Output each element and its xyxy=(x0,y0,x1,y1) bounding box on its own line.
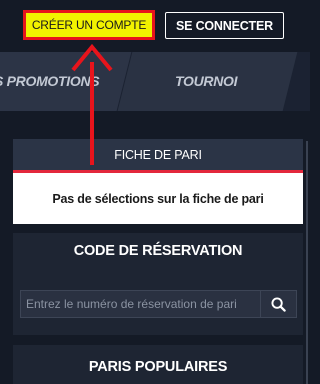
betslip-panel: FICHE DE PARI Pas de sélections sur la f… xyxy=(13,139,303,224)
site-header: CRÉER UN COMPTE SE CONNECTER xyxy=(0,0,310,52)
scrollbar-track[interactable] xyxy=(306,141,308,384)
reservation-panel: CODE DE RÉSERVATION xyxy=(13,233,303,335)
tab-promotions[interactable]: S PROMOTIONS xyxy=(0,52,100,111)
login-button[interactable]: SE CONNECTER xyxy=(165,12,284,39)
reservation-title: CODE DE RÉSERVATION xyxy=(73,243,243,259)
popular-bets-title: PARIS POPULAIRES xyxy=(88,359,228,375)
reservation-code-input[interactable] xyxy=(20,290,260,318)
search-icon xyxy=(271,296,286,312)
reservation-search-button[interactable] xyxy=(260,290,297,318)
popular-bets-panel: PARIS POPULAIRES xyxy=(13,345,303,384)
betslip-header[interactable]: FICHE DE PARI xyxy=(13,139,303,173)
tab-tournoi[interactable]: TOURNOI xyxy=(175,52,238,111)
betslip-empty-message: Pas de sélections sur la fiche de pari xyxy=(13,173,303,224)
create-account-button[interactable]: CRÉER UN COMPTE xyxy=(23,10,155,40)
nav-tabs: S PROMOTIONS TOURNOI xyxy=(0,52,310,111)
